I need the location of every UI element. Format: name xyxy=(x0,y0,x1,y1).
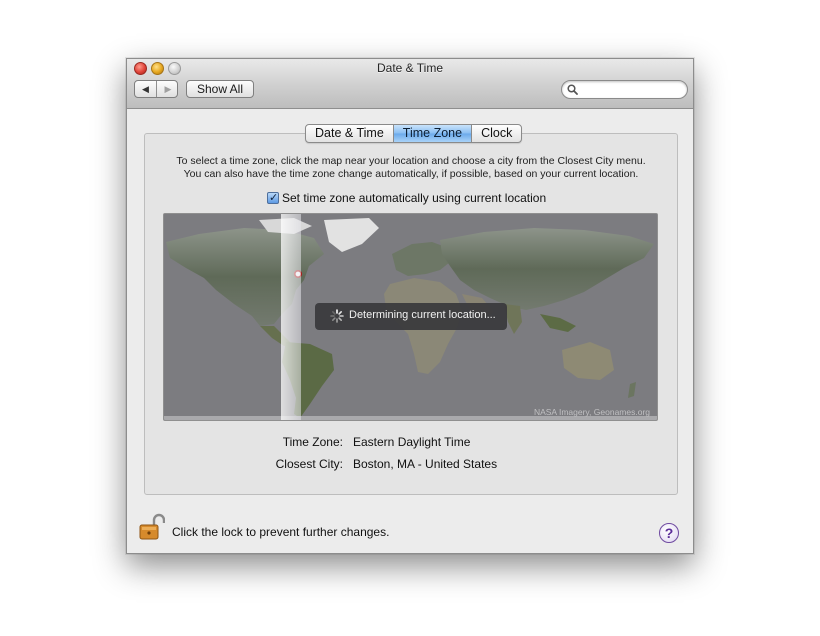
date-time-window: Date & Time ◀ ▶ Show All Date & Time Tim… xyxy=(126,58,694,554)
forward-button[interactable]: ▶ xyxy=(157,81,177,97)
time-zone-value: Eastern Daylight Time xyxy=(353,435,471,449)
nav-arrows: ◀ ▶ xyxy=(134,80,178,98)
help-button[interactable]: ? xyxy=(659,523,679,543)
lock-icon[interactable] xyxy=(139,513,165,541)
time-zone-highlight xyxy=(281,214,301,420)
back-button[interactable]: ◀ xyxy=(135,81,157,97)
search-field[interactable] xyxy=(561,80,688,99)
tab-date-time[interactable]: Date & Time xyxy=(306,125,393,142)
search-icon xyxy=(567,84,578,95)
auto-time-zone-checkbox[interactable]: ✓ xyxy=(267,192,279,204)
tab-time-zone[interactable]: Time Zone xyxy=(392,125,472,142)
checkmark-icon: ✓ xyxy=(269,192,279,204)
world-map[interactable]: Determining current location... NASA Ima… xyxy=(163,213,658,421)
title-bar: Date & Time ◀ ▶ Show All xyxy=(127,59,693,109)
instructions: To select a time zone, click the map nea… xyxy=(157,155,665,181)
spinner-icon xyxy=(330,309,344,323)
closest-city-label: Closest City: xyxy=(275,457,343,471)
instructions-line-1: To select a time zone, click the map nea… xyxy=(176,155,646,167)
window-title: Date & Time xyxy=(376,61,444,75)
location-status-overlay: Determining current location... xyxy=(315,303,507,330)
instructions-line-2: You can also have the time zone change a… xyxy=(183,168,639,180)
location-status-text: Determining current location... xyxy=(349,309,496,321)
lock-message: Click the lock to prevent further change… xyxy=(172,525,390,539)
closest-city-value[interactable]: Boston, MA - United States xyxy=(353,457,497,471)
auto-time-zone-label[interactable]: Set time zone automatically using curren… xyxy=(282,191,546,205)
tab-clock[interactable]: Clock xyxy=(471,125,521,142)
map-credit: NASA Imagery, Geonames.org xyxy=(533,407,650,417)
time-zone-label: Time Zone: xyxy=(282,435,343,449)
show-all-button[interactable]: Show All xyxy=(186,80,254,98)
tab-bar: Date & Time Time Zone Clock xyxy=(305,124,523,143)
